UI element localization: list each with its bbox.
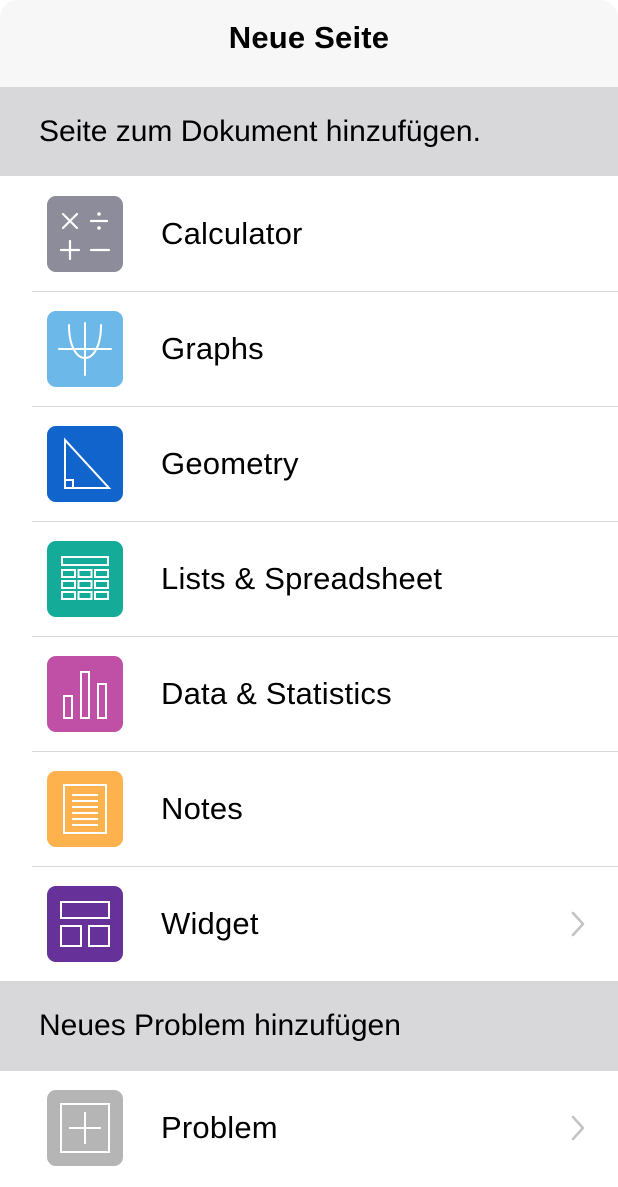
list-item-calculator[interactable]: Calculator — [0, 176, 618, 291]
list-item-graphs[interactable]: Graphs — [0, 291, 618, 406]
list-item-label: Widget — [161, 905, 259, 941]
list-item-data-statistics[interactable]: Data & Statistics — [0, 636, 618, 751]
section-header-add-page: Seite zum Dokument hinzufügen. — [0, 87, 618, 176]
page-title: Neue Seite — [228, 20, 390, 55]
list-item-label: Geometry — [161, 445, 299, 481]
calculator-icon — [47, 195, 123, 272]
list-item-label: Lists & Spreadsheet — [161, 560, 443, 596]
list-item-label: Problem — [161, 1110, 278, 1145]
notes-icon — [47, 770, 123, 847]
list-item-label: Data & Statistics — [161, 675, 392, 711]
navigation-bar: Neue Seite — [0, 0, 618, 87]
problem-list: Problem — [0, 1071, 618, 1185]
graphs-icon — [47, 310, 123, 387]
list-item-label: Graphs — [161, 330, 264, 366]
list-item-widget[interactable]: Widget — [0, 866, 618, 981]
list-item-notes[interactable]: Notes — [0, 751, 618, 866]
chevron-right-icon — [571, 911, 585, 936]
statistics-icon — [47, 655, 123, 732]
list-item-lists-spreadsheet[interactable]: Lists & Spreadsheet — [0, 521, 618, 636]
widget-icon — [47, 885, 123, 962]
geometry-icon — [47, 425, 123, 502]
problem-icon — [47, 1090, 123, 1166]
list-item-label: Notes — [161, 790, 243, 826]
chevron-right-icon — [571, 1115, 585, 1141]
list-item-geometry[interactable]: Geometry — [0, 406, 618, 521]
spreadsheet-icon — [47, 540, 123, 617]
page-type-list: Calculator Graphs Geometry Lists & Sprea… — [0, 176, 618, 981]
section-header-add-problem: Neues Problem hinzufügen — [0, 981, 618, 1071]
list-item-label: Calculator — [161, 215, 303, 251]
list-item-problem[interactable]: Problem — [0, 1071, 618, 1185]
new-page-sheet: Neue Seite Seite zum Dokument hinzufügen… — [0, 0, 618, 1187]
